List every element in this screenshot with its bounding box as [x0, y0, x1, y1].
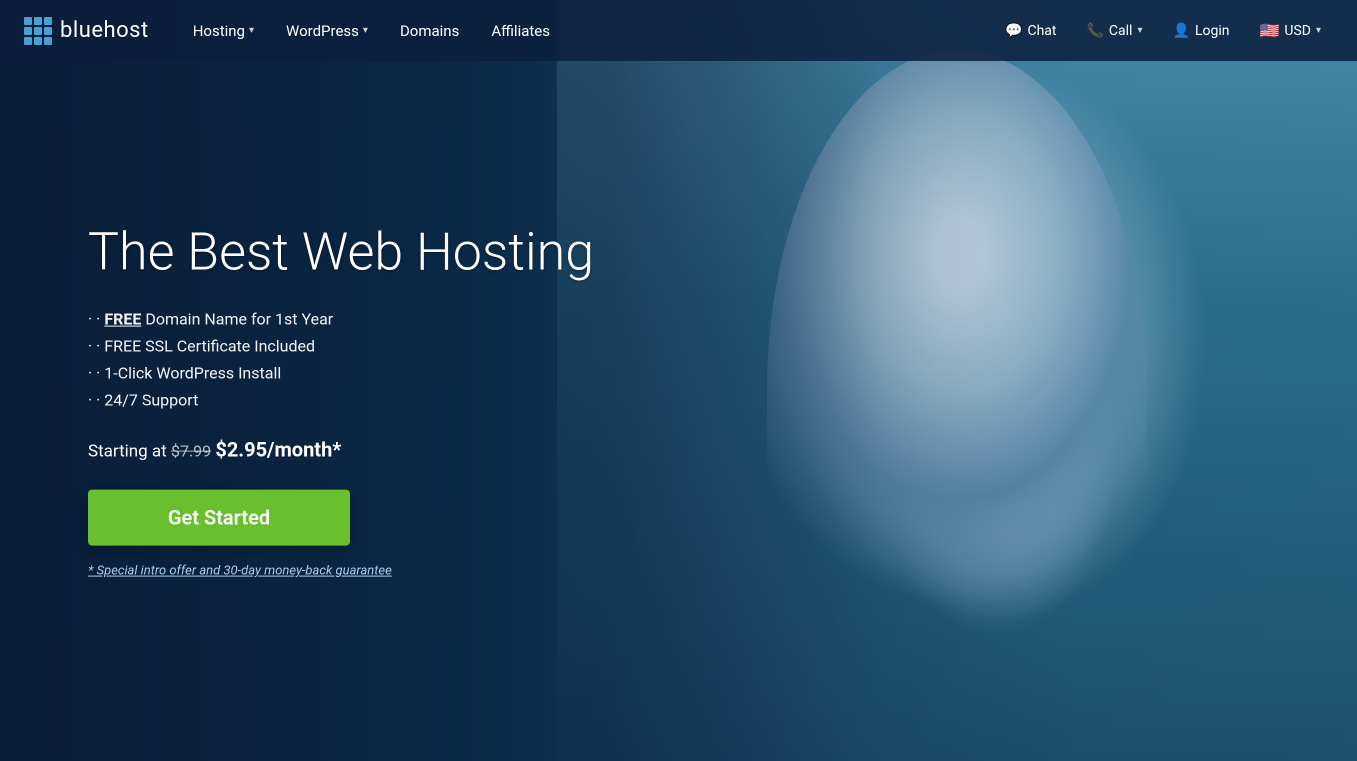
nav-domains-label: Domains — [400, 22, 459, 40]
free-domain-highlight: FREE — [104, 310, 141, 329]
chevron-down-icon: ▾ — [1137, 25, 1142, 36]
hero-disclaimer[interactable]: * Special intro offer and 30-day money-b… — [88, 564, 594, 579]
chat-label: Chat — [1027, 23, 1056, 39]
logo-grid-icon — [24, 17, 52, 45]
chat-button[interactable]: 💬 Chat — [993, 17, 1068, 45]
call-label: Call — [1109, 23, 1133, 39]
currency-button[interactable]: 🇺🇸 USD ▾ — [1247, 15, 1333, 46]
nav-wordpress[interactable]: WordPress ▾ — [272, 14, 382, 48]
nav-wordpress-label: WordPress — [286, 22, 359, 40]
pricing-prefix: Starting at — [88, 442, 171, 462]
nav-hosting-label: Hosting — [193, 22, 245, 40]
nav-links: Hosting ▾ WordPress ▾ Domains Affiliates — [179, 14, 993, 48]
login-button[interactable]: 👤 Login — [1161, 17, 1242, 45]
feature-support: · 24/7 Support — [88, 391, 594, 410]
hero-title: The Best Web Hosting — [88, 222, 594, 282]
original-price: $7.99 — [171, 442, 211, 461]
current-price: $2.95/month* — [215, 438, 341, 462]
nav-hosting[interactable]: Hosting ▾ — [179, 14, 268, 48]
navigation: bluehost Hosting ▾ WordPress ▾ Domains A… — [0, 0, 1357, 61]
hero-pricing: Starting at $7.99 $2.95/month* — [88, 438, 594, 462]
hero-features: · FREE Domain Name for 1st Year · FREE S… — [88, 310, 594, 410]
get-started-button[interactable]: Get Started — [88, 490, 350, 546]
call-button[interactable]: 📞 Call ▾ — [1074, 17, 1154, 45]
feature-wordpress: · 1-Click WordPress Install — [88, 364, 594, 383]
currency-label: USD — [1284, 23, 1311, 39]
chat-icon: 💬 — [1005, 23, 1022, 39]
brand-name: bluehost — [60, 18, 149, 43]
login-label: Login — [1195, 23, 1230, 39]
nav-affiliates[interactable]: Affiliates — [477, 14, 564, 48]
hero-section: bluehost Hosting ▾ WordPress ▾ Domains A… — [0, 0, 1357, 761]
nav-right: 💬 Chat 📞 Call ▾ 👤 Login 🇺🇸 USD ▾ — [993, 15, 1333, 46]
feature-ssl: · FREE SSL Certificate Included — [88, 337, 594, 356]
hero-content: The Best Web Hosting · FREE Domain Name … — [88, 222, 594, 579]
feature-domain: · FREE Domain Name for 1st Year — [88, 310, 594, 329]
user-icon: 👤 — [1173, 23, 1190, 39]
flag-icon: 🇺🇸 — [1259, 21, 1279, 40]
brand-logo[interactable]: bluehost — [24, 17, 149, 45]
chevron-down-icon: ▾ — [1316, 25, 1321, 36]
nav-affiliates-label: Affiliates — [491, 22, 550, 40]
phone-icon: 📞 — [1086, 23, 1103, 39]
chevron-down-icon: ▾ — [363, 25, 368, 36]
nav-domains[interactable]: Domains — [386, 14, 473, 48]
chevron-down-icon: ▾ — [249, 25, 254, 36]
